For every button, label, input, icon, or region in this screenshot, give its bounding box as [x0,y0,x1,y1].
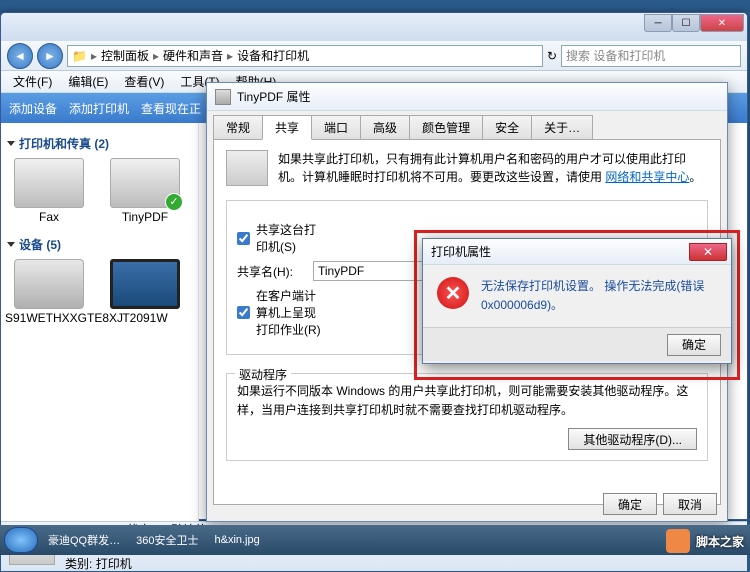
breadcrumb[interactable]: 📁 ▸ 控制面板 ▸ 硬件和声音 ▸ 设备和打印机 [67,45,543,67]
cmd-view-now[interactable]: 查看现在正 [141,100,201,117]
device-tinypdf[interactable]: ✓ TinyPDF [101,158,189,224]
watermark-logo-icon [666,529,690,553]
render-client-label: 在客户端计算机上呈现打印作业(R) [256,287,326,338]
devices-panel: 打印机和传真 (2) Fax ✓ TinyPDF 设备 (5) [1,123,199,521]
tab-security[interactable]: 安全 [482,115,532,139]
breadcrumb-item[interactable]: 设备和打印机 [237,47,309,64]
tab-strip: 常规 共享 端口 高级 颜色管理 安全 关于… [207,111,727,139]
share-description: 如果共享此打印机，只有拥有此计算机用户名和密码的用户才可以使用此打印机。计算机睡… [278,150,708,186]
computer-icon [14,259,84,309]
breadcrumb-item[interactable]: 硬件和声音 [163,47,223,64]
network-sharing-center-link[interactable]: 网络和共享中心 [605,170,689,184]
watermark-text: 脚本之家 [696,533,744,550]
close-button[interactable]: ✕ [689,243,727,261]
drivers-legend: 驱动程序 [235,366,291,383]
maximize-button[interactable]: ☐ [672,14,700,32]
explorer-titlebar[interactable] [1,13,747,41]
device-monitor[interactable]: T2091W [101,259,189,325]
taskbar-item[interactable]: h&xin.jpg [208,528,265,552]
watermark: 脚本之家 [666,529,744,553]
group-printers-label: 打印机和传真 (2) [19,135,109,152]
render-client-checkbox[interactable] [237,306,250,319]
printer-icon [14,158,84,208]
group-devices-label: 设备 (5) [19,236,61,253]
chevron-down-icon [7,242,15,247]
device-computer[interactable]: S91WETHXXGTE8XJ [5,259,93,325]
refresh-icon[interactable]: ↻ [547,49,557,63]
drivers-group: 驱动程序 如果运行不同版本 Windows 的用户共享此打印机，则可能需要安装其… [226,373,708,461]
taskbar-item[interactable]: 360安全卫士 [130,528,204,552]
group-devices[interactable]: 设备 (5) [7,236,194,253]
details-cat-label: 类别: [65,557,92,571]
tab-general[interactable]: 常规 [213,115,263,139]
share-printer-label: 共享这台打印机(S) [256,221,326,255]
share-printer-icon [226,150,268,186]
msgbox-text: 无法保存打印机设置。 操作无法完成(错误 0x000006d9)。 [481,277,717,315]
tab-color[interactable]: 颜色管理 [409,115,483,139]
taskbar-item[interactable]: 豪迪QQ群发… [42,528,126,552]
tab-ports[interactable]: 端口 [311,115,361,139]
share-name-label: 共享名(H): [237,263,307,280]
msgbox-titlebar[interactable]: 打印机属性 ✕ [423,239,731,265]
dialog-titlebar[interactable]: TinyPDF 属性 [207,83,727,111]
start-button[interactable] [4,527,38,553]
other-drivers-button[interactable]: 其他驱动程序(D)... [568,428,697,450]
cmd-add-printer[interactable]: 添加打印机 [69,100,129,117]
search-input[interactable]: 搜索 设备和打印机 [561,45,741,67]
error-message-box: 打印机属性 ✕ ✕ 无法保存打印机设置。 操作无法完成(错误 0x000006d… [422,238,732,364]
share-printer-checkbox[interactable] [237,232,250,245]
search-placeholder: 搜索 设备和打印机 [566,47,665,64]
folder-icon: 📁 [72,49,87,63]
msgbox-title: 打印机属性 [431,243,491,260]
tab-about[interactable]: 关于… [531,115,593,139]
dialog-title: TinyPDF 属性 [237,88,311,105]
cancel-button[interactable]: 取消 [663,493,717,515]
window-controls: ─ ☐ ✕ [644,14,744,32]
ok-button[interactable]: 确定 [603,493,657,515]
details-cat: 打印机 [96,557,132,571]
device-fax[interactable]: Fax [5,158,93,224]
taskbar: 豪迪QQ群发… 360安全卫士 h&xin.jpg [0,525,750,555]
device-label: TinyPDF [101,210,189,224]
tab-sharing[interactable]: 共享 [262,115,312,140]
menu-file[interactable]: 文件(F) [5,71,60,92]
drivers-description: 如果运行不同版本 Windows 的用户共享此打印机，则可能需要安装其他驱动程序… [237,382,697,420]
monitor-icon [110,259,180,309]
device-label: S91WETHXXGTE8XJ [5,311,93,325]
printer-icon [215,89,231,105]
cmd-add-device[interactable]: 添加设备 [9,100,57,117]
printer-icon: ✓ [110,158,180,208]
chevron-down-icon [7,141,15,146]
dialog-footer: 确定 取消 [603,493,717,515]
error-icon: ✕ [437,277,469,309]
address-bar: ◄ ► 📁 ▸ 控制面板 ▸ 硬件和声音 ▸ 设备和打印机 ↻ 搜索 设备和打印… [1,41,747,71]
default-badge-icon: ✓ [165,193,183,211]
device-label: T2091W [101,311,189,325]
device-label: Fax [5,210,93,224]
menu-view[interactable]: 查看(V) [116,71,172,92]
breadcrumb-item[interactable]: 控制面板 [101,47,149,64]
group-printers[interactable]: 打印机和传真 (2) [7,135,194,152]
ok-button[interactable]: 确定 [667,334,721,356]
tab-advanced[interactable]: 高级 [360,115,410,139]
minimize-button[interactable]: ─ [644,14,672,32]
close-button[interactable]: ✕ [700,14,744,32]
nav-back-button[interactable]: ◄ [7,43,33,69]
nav-forward-button[interactable]: ► [37,43,63,69]
menu-edit[interactable]: 编辑(E) [60,71,116,92]
